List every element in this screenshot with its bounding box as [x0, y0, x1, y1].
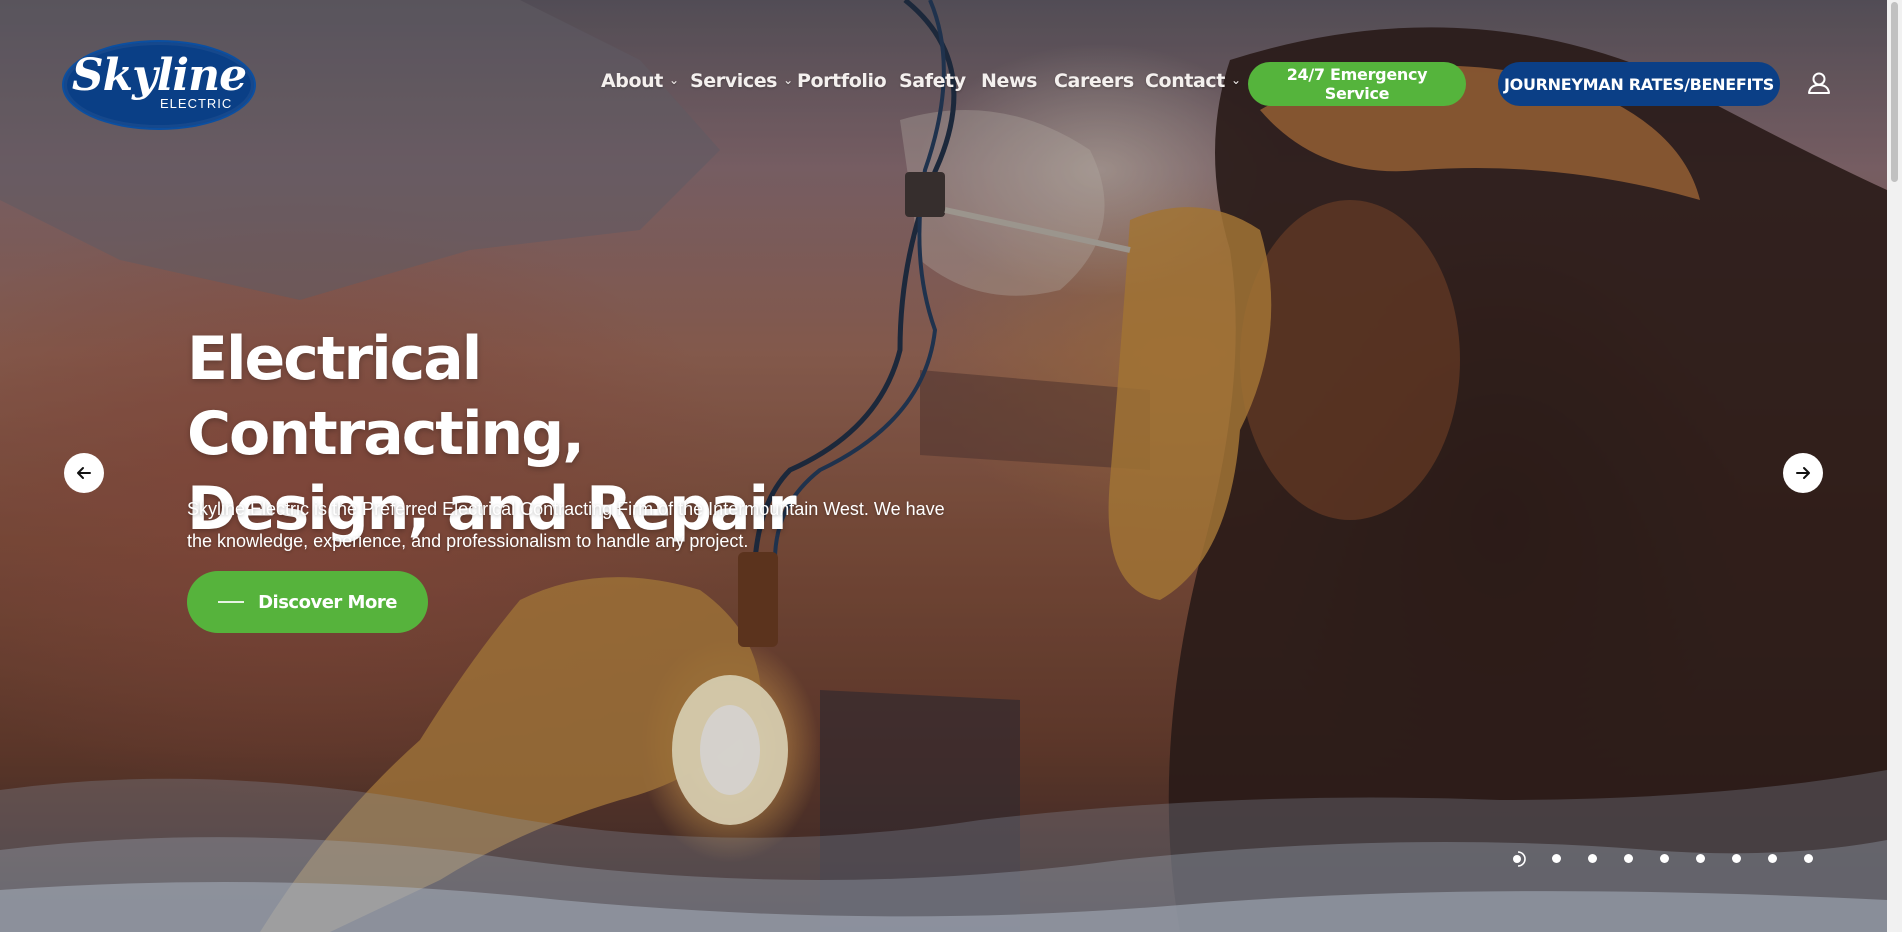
logo-wordmark: Skyline	[71, 50, 247, 101]
nav-item-services[interactable]: Services ⌄	[690, 70, 793, 92]
slider-dot[interactable]	[1732, 854, 1741, 863]
nav-item-news[interactable]: News	[981, 70, 1037, 92]
nav-item-label: About	[601, 70, 663, 92]
hero-description: Skyline Electric is the Preferred Electr…	[187, 493, 967, 557]
scrollbar-thumb[interactable]	[1891, 2, 1898, 182]
slider-prev-button[interactable]	[64, 453, 104, 493]
nav-item-label: Careers	[1054, 70, 1134, 92]
nav-item-careers[interactable]: Careers	[1054, 70, 1134, 92]
journeyman-rates-button[interactable]: JOURNEYMAN RATES/BENEFITS	[1498, 62, 1780, 106]
slider-dot[interactable]	[1660, 854, 1669, 863]
site-logo[interactable]: Skyline ELECTRIC	[62, 40, 256, 130]
chevron-down-icon: ⌄	[1230, 73, 1241, 87]
slider-dot[interactable]	[1552, 854, 1561, 863]
nav-item-label: News	[981, 70, 1038, 92]
arrow-left-icon	[77, 467, 91, 479]
chevron-down-icon: ⌄	[783, 73, 793, 87]
arrow-right-icon	[1796, 467, 1810, 479]
hero-headline-line1: Electrical Contracting,	[187, 324, 585, 469]
slider-dot-active[interactable]	[1508, 849, 1528, 869]
user-icon[interactable]	[1806, 70, 1832, 96]
slider-dot[interactable]	[1696, 854, 1705, 863]
nav-item-label: Safety	[899, 70, 966, 92]
chevron-down-icon: ⌄	[668, 73, 679, 87]
slider-dot[interactable]	[1768, 854, 1777, 863]
hero-description-line1: Skyline Electric is the Preferred Electr…	[187, 499, 945, 519]
slider-dot[interactable]	[1624, 854, 1633, 863]
dash-icon	[218, 601, 245, 603]
emergency-service-button[interactable]: 24/7 Emergency Service	[1248, 62, 1466, 106]
slider-dot[interactable]	[1588, 854, 1597, 863]
nav-item-label: Contact	[1145, 70, 1225, 92]
nav-item-label: Services	[690, 70, 778, 92]
nav-item-portfolio[interactable]: Portfolio	[797, 70, 887, 92]
nav-item-contact[interactable]: Contact ⌄	[1145, 70, 1241, 92]
nav-item-about[interactable]: About ⌄	[601, 70, 679, 92]
hero-description-line2: the knowledge, experience, and professio…	[187, 531, 749, 551]
nav-item-label: Portfolio	[797, 70, 887, 92]
discover-more-button[interactable]: Discover More	[187, 571, 428, 633]
slider-dot[interactable]	[1804, 854, 1813, 863]
scrollbar[interactable]	[1887, 0, 1902, 932]
logo-subtitle: ELECTRIC	[160, 96, 233, 111]
discover-more-label: Discover More	[258, 591, 397, 613]
slider-next-button[interactable]	[1783, 453, 1823, 493]
nav-item-safety[interactable]: Safety	[899, 70, 966, 92]
